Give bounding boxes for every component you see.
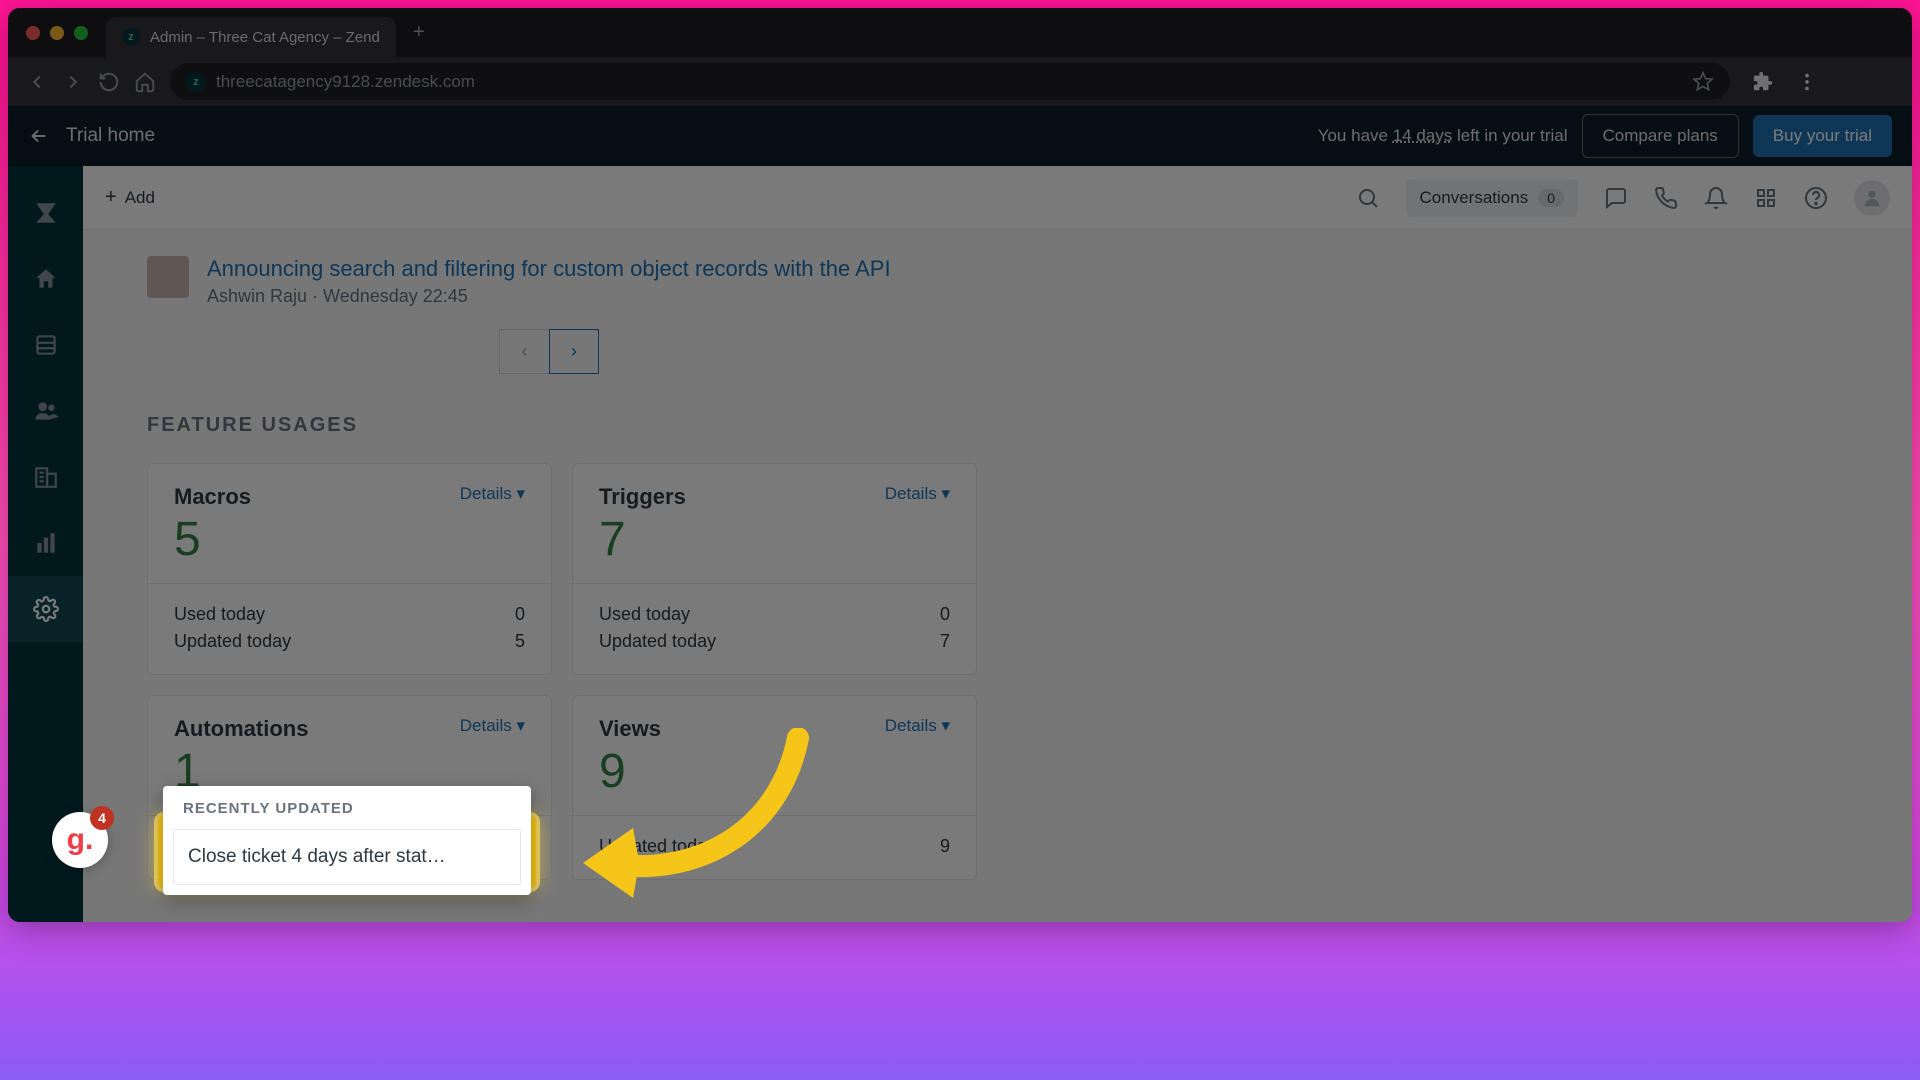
address-bar[interactable]: z threecatagency9128.zendesk.com <box>170 63 1730 100</box>
details-toggle[interactable]: Details ▾ <box>885 484 950 504</box>
details-toggle[interactable]: Details ▾ <box>460 484 525 504</box>
reload-icon[interactable] <box>98 71 120 93</box>
sidebar-item-reporting[interactable] <box>8 510 83 576</box>
browser-tab-strip: z Admin – Three Cat Agency – Zend + <box>8 8 1912 57</box>
profile-avatar[interactable] <box>1854 180 1890 216</box>
guru-badge-count: 4 <box>90 806 114 830</box>
left-sidebar <box>8 166 83 922</box>
stat-label: Updated today <box>599 631 716 652</box>
stat-label: Used today <box>599 604 690 625</box>
details-toggle[interactable]: Details ▾ <box>460 716 525 736</box>
author-avatar <box>147 256 189 298</box>
sidebar-item-organizations[interactable] <box>8 444 83 510</box>
details-toggle[interactable]: Details ▾ <box>885 716 950 736</box>
site-favicon-icon: z <box>186 72 206 92</box>
conversations-count: 0 <box>1538 189 1564 207</box>
stat-value: 0 <box>515 604 525 625</box>
popup-item-close-ticket[interactable]: Close ticket 4 days after stat… <box>173 829 521 885</box>
card-title: Macros <box>174 484 251 510</box>
sidebar-item-customers[interactable] <box>8 378 83 444</box>
conversations-pill[interactable]: Conversations 0 <box>1406 179 1578 217</box>
recently-updated-popup: RECENTLY UPDATED Close ticket 4 days aft… <box>163 786 531 895</box>
trial-banner: Trial home You have 14 days left in your… <box>8 106 1912 166</box>
add-button[interactable]: + Add <box>105 186 155 209</box>
section-heading: FEATURE USAGES <box>147 414 1848 437</box>
maximize-window-button[interactable] <box>74 26 88 40</box>
card-macros: Macros Details ▾ 5 Used today 0 Updated t… <box>147 463 552 675</box>
pagination: ‹ › <box>499 329 1848 374</box>
home-icon[interactable] <box>134 71 156 93</box>
stat-label: Used today <box>174 604 265 625</box>
plus-icon: + <box>105 186 117 209</box>
pager-prev[interactable]: ‹ <box>499 329 549 374</box>
pager-next[interactable]: › <box>549 329 599 374</box>
trial-message: You have 14 days left in your trial <box>1318 126 1568 146</box>
sidebar-item-admin[interactable] <box>8 576 83 642</box>
trial-home-link[interactable]: Trial home <box>66 125 155 147</box>
sidebar-item-dashboard[interactable] <box>8 180 83 246</box>
apps-icon[interactable] <box>1754 186 1778 210</box>
zendesk-favicon-icon: z <box>122 28 140 46</box>
chat-icon[interactable] <box>1604 186 1628 210</box>
trial-days-left[interactable]: 14 days <box>1393 126 1453 145</box>
stat-value: 9 <box>940 836 950 857</box>
tab-title: Admin – Three Cat Agency – Zend <box>150 29 380 46</box>
stat-label: Updated today <box>174 631 291 652</box>
browser-toolbar: z threecatagency9128.zendesk.com <box>8 57 1912 106</box>
stat-value: 5 <box>515 631 525 652</box>
url-text: threecatagency9128.zendesk.com <box>216 72 475 92</box>
buy-trial-button[interactable]: Buy your trial <box>1753 115 1892 157</box>
back-icon[interactable] <box>26 71 48 93</box>
card-count: 5 <box>174 512 525 567</box>
extensions-icon[interactable] <box>1752 71 1774 93</box>
popup-header: RECENTLY UPDATED <box>163 786 531 823</box>
phone-icon[interactable] <box>1654 186 1678 210</box>
conversations-label: Conversations <box>1420 188 1529 208</box>
stat-value: 7 <box>940 631 950 652</box>
close-window-button[interactable] <box>26 26 40 40</box>
search-icon[interactable] <box>1356 186 1380 210</box>
trial-back-icon[interactable] <box>28 125 50 147</box>
sidebar-item-views[interactable] <box>8 312 83 378</box>
sidebar-item-home[interactable] <box>8 246 83 312</box>
stat-value: 0 <box>940 604 950 625</box>
help-icon[interactable] <box>1804 186 1828 210</box>
annotation-arrow <box>568 728 828 913</box>
new-tab-button[interactable]: + <box>410 24 428 42</box>
card-title: Automations <box>174 716 308 742</box>
compare-plans-button[interactable]: Compare plans <box>1582 114 1739 158</box>
card-triggers: Triggers Details ▾ 7 Used today 0 Updated… <box>572 463 977 675</box>
guru-widget[interactable]: g. 4 <box>52 812 108 868</box>
announcement: Announcing search and filtering for cust… <box>147 256 1848 307</box>
notifications-icon[interactable] <box>1704 186 1728 210</box>
top-nav: + Add Conversations 0 <box>83 166 1912 230</box>
window-controls <box>26 26 88 40</box>
add-label: Add <box>125 188 155 208</box>
card-count: 7 <box>599 512 950 567</box>
minimize-window-button[interactable] <box>50 26 64 40</box>
announcement-title[interactable]: Announcing search and filtering for cust… <box>207 256 891 282</box>
bookmark-star-icon[interactable] <box>1692 71 1714 93</box>
forward-icon[interactable] <box>62 71 84 93</box>
chrome-menu-icon[interactable] <box>1796 71 1818 93</box>
browser-tab[interactable]: z Admin – Three Cat Agency – Zend <box>106 17 396 57</box>
card-title: Triggers <box>599 484 686 510</box>
announcement-meta: Ashwin Raju · Wednesday 22:45 <box>207 286 891 307</box>
